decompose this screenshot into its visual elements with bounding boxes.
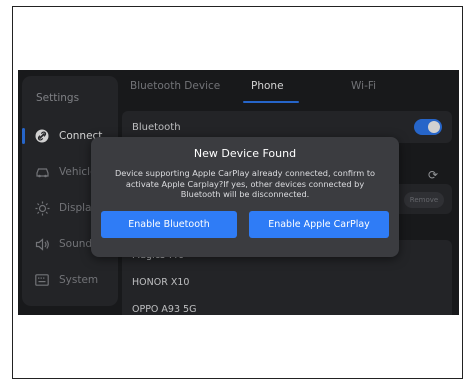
new-device-dialog: New Device Found Device supporting Apple… [91,137,399,257]
dialog-message: Device supporting Apple CarPlay already … [114,168,376,199]
dialog-title: New Device Found [193,147,297,160]
enable-bluetooth-button[interactable]: Enable Bluetooth [101,211,237,238]
enable-carplay-button[interactable]: Enable Apple CarPlay [249,211,389,238]
car-settings-screen: Settings Connect Vehicle Display Sound S… [18,70,459,315]
